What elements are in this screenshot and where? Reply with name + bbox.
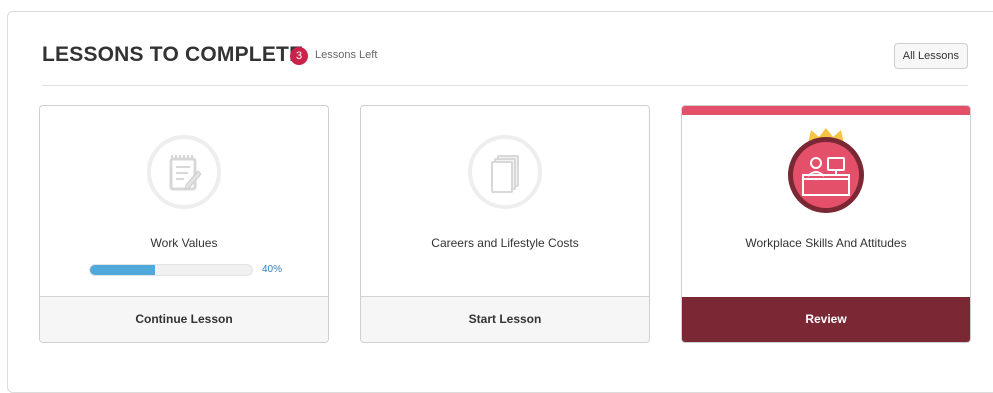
receptionist-desk-icon [788,137,864,213]
lessons-left-label: Lessons Left [315,49,378,61]
lesson-title: Workplace Skills And Attitudes [745,236,907,250]
lessons-left-count-badge: 3 [290,47,308,65]
lesson-title: Careers and Lifestyle Costs [431,236,579,250]
start-lesson-button[interactable]: Start Lesson [361,296,649,342]
lesson-progress-bar [89,264,253,276]
lesson-title: Work Values [150,236,218,250]
lesson-accent-bar [682,106,970,115]
lesson-progress-label: 40% [262,264,283,275]
lessons-header: LESSONS TO COMPLETE 3 Lessons Left All L… [42,39,968,86]
stack-pages-icon [468,135,542,209]
all-lessons-button[interactable]: All Lessons [893,43,968,69]
notepad-icon [147,135,221,209]
lesson-card-work-values: Work Values 40% Continue Lesson [39,105,329,343]
continue-lesson-button[interactable]: Continue Lesson [40,296,328,342]
review-button[interactable]: Review [682,297,970,342]
lesson-card-careers-lifestyle: Careers and Lifestyle Costs Start Lesson [360,105,650,343]
lesson-progress-fill [90,265,155,275]
lesson-card-workplace-skills: Workplace Skills And Attitudes Review [681,105,971,343]
page-title: LESSONS TO COMPLETE [42,43,304,66]
